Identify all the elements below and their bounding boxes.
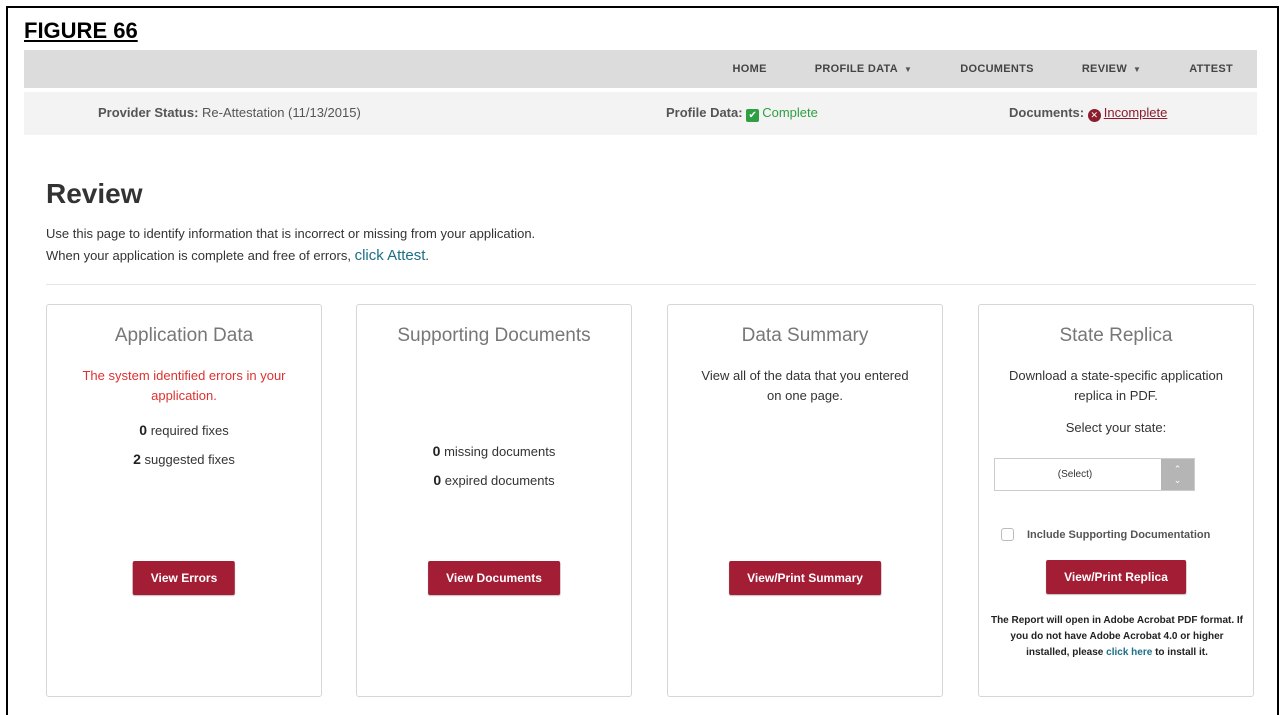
- error-message: The system identified errors in your app…: [82, 368, 286, 403]
- status-bar: Provider Status: Re-Attestation (11/13/2…: [24, 92, 1257, 135]
- nav-attest[interactable]: ATTEST: [1165, 63, 1257, 75]
- state-select[interactable]: (Select) ⌃ ⌄: [994, 458, 1195, 491]
- profile-data-status-label: Profile Data:: [666, 105, 743, 120]
- documents-status: Documents: ✕ Incomplete: [1009, 105, 1167, 122]
- card-title: Application Data: [114, 325, 254, 346]
- include-supporting-docs-checkbox[interactable]: [1001, 528, 1014, 541]
- view-errors-button[interactable]: View Errors: [132, 561, 236, 595]
- page-intro: Use this page to identify information th…: [46, 223, 535, 267]
- suggested-fixes-count: 2: [133, 451, 141, 467]
- page-title: Review: [46, 178, 143, 209]
- expired-documents: 0 expired documents: [357, 466, 631, 495]
- nav-home[interactable]: HOME: [709, 63, 791, 75]
- acrobat-note: The Report will open in Adobe Acrobat PD…: [989, 613, 1245, 661]
- card-description: Download a state-specific application re…: [1009, 368, 1223, 403]
- nav-review-label: REVIEW: [1081, 63, 1128, 75]
- divider: [46, 284, 1256, 285]
- required-fixes: 0 required fixes: [47, 416, 321, 445]
- application-data-card: Application Data The system identified e…: [46, 304, 322, 697]
- documents-status-label: Documents:: [1009, 105, 1085, 120]
- nav-documents-label: DOCUMENTS: [960, 63, 1034, 75]
- suggested-fixes-label: suggested fixes: [144, 452, 235, 467]
- intro-line-2-text: When your application is complete and fr…: [46, 248, 351, 263]
- x-circle-icon: ✕: [1087, 109, 1101, 122]
- expired-documents-label: expired documents: [444, 473, 555, 488]
- up-down-chevron-icon[interactable]: ⌃ ⌄: [1161, 459, 1194, 490]
- profile-data-status: Profile Data: ✔ Complete: [666, 105, 818, 122]
- view-print-summary-button[interactable]: View/Print Summary: [729, 561, 881, 595]
- required-fixes-count: 0: [139, 422, 148, 438]
- required-fixes-label: required fixes: [150, 423, 229, 438]
- check-square-icon: ✔: [746, 109, 760, 122]
- profile-data-status-value: Complete: [762, 105, 818, 120]
- include-supporting-docs[interactable]: Include Supporting Documentation: [1001, 528, 1210, 541]
- figure-label: FIGURE 66: [24, 18, 138, 43]
- missing-documents-count: 0: [432, 443, 441, 459]
- intro-line-1: Use this page to identify information th…: [46, 226, 536, 241]
- nav-attest-label: ATTEST: [1189, 63, 1233, 75]
- view-documents-button[interactable]: View Documents: [428, 561, 560, 595]
- attest-link[interactable]: click Attest: [355, 247, 426, 264]
- card-description: View all of the data that you entered on…: [701, 368, 909, 403]
- card-title: State Replica: [1059, 325, 1173, 346]
- nav-home-label: HOME: [732, 63, 767, 75]
- suggested-fixes: 2 suggested fixes: [47, 445, 321, 474]
- data-summary-card: Data Summary View all of the data that y…: [667, 304, 943, 697]
- nav-profile-data[interactable]: PROFILE DATA ▼: [791, 63, 936, 75]
- nav-documents[interactable]: DOCUMENTS: [936, 63, 1058, 75]
- intro-line-2: When your application is complete and fr…: [46, 245, 535, 267]
- top-nav: HOME PROFILE DATA ▼ DOCUMENTS REVIEW ▼ A…: [24, 50, 1257, 88]
- fix-counts: 0 required fixes 2 suggested fixes: [47, 416, 321, 474]
- state-select-value: (Select): [1057, 469, 1093, 480]
- include-supporting-docs-label: Include Supporting Documentation: [1027, 529, 1211, 541]
- provider-status-value: Re-Attestation (11/13/2015): [202, 105, 361, 120]
- document-counts: 0 missing documents 0 expired documents: [357, 437, 631, 495]
- state-replica-card: State Replica Download a state-specific …: [978, 304, 1254, 697]
- missing-documents-label: missing documents: [444, 444, 556, 459]
- provider-status: Provider Status: Re-Attestation (11/13/2…: [98, 105, 361, 120]
- provider-status-label: Provider Status:: [98, 105, 199, 120]
- intro-line-2-end: .: [425, 248, 430, 263]
- caret-down-icon: ▼: [1133, 64, 1142, 74]
- caret-down-icon: ▼: [904, 64, 913, 74]
- view-print-replica-button[interactable]: View/Print Replica: [1046, 560, 1186, 594]
- select-state-label: Select your state:: [1065, 420, 1167, 435]
- expired-documents-count: 0: [433, 472, 442, 488]
- card-title: Supporting Documents: [397, 325, 591, 346]
- card-title: Data Summary: [741, 325, 869, 346]
- acrobat-note-end: to install it.: [1155, 647, 1208, 658]
- documents-status-link[interactable]: Incomplete: [1104, 105, 1168, 120]
- nav-profile-data-label: PROFILE DATA: [814, 63, 898, 75]
- install-acrobat-link[interactable]: click here: [1106, 647, 1152, 658]
- missing-documents: 0 missing documents: [357, 437, 631, 466]
- supporting-documents-card: Supporting Documents 0 missing documents…: [356, 304, 632, 697]
- nav-review[interactable]: REVIEW ▼: [1058, 63, 1165, 75]
